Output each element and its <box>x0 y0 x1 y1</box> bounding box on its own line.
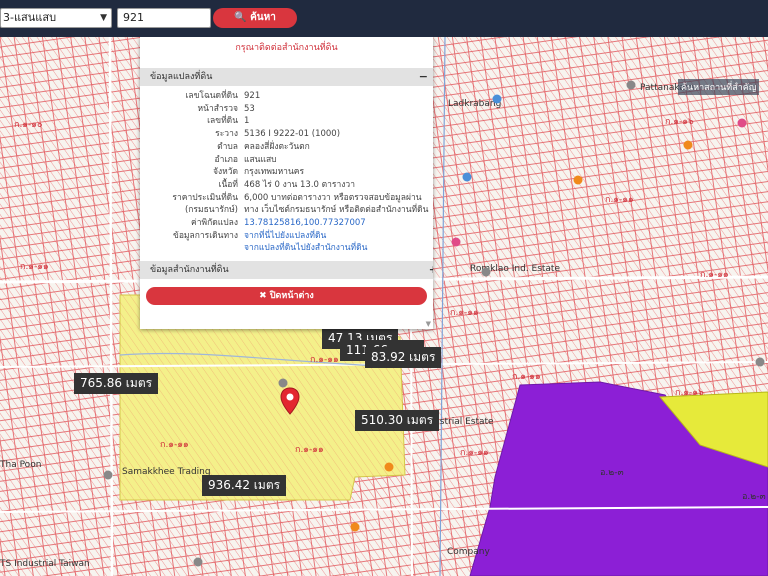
search-button[interactable]: 🔍 ค้นหา <box>213 8 297 28</box>
parcel-details: เลขโฉนดที่ดิน 921 หน้าสำรวจ 53 เลขที่ดิน 1 … <box>140 86 433 257</box>
search-icon: 🔍 <box>234 12 247 23</box>
detail-row: อำเภอ แสนแสบ <box>140 154 433 167</box>
road-label: ก.๑-๑๑ <box>605 195 634 205</box>
road-label: ก.๑-๑๑ <box>160 440 189 450</box>
detail-key: ตำบล <box>217 141 238 152</box>
search-button-label: ค้นหา <box>250 12 276 23</box>
road-label: ก.๑-๑๑ <box>700 270 729 280</box>
district-select[interactable]: 3-แสนแสบ ▼ <box>0 8 112 28</box>
road-label: ก.๑-๑๑ <box>20 262 49 272</box>
place-label: Company <box>447 547 490 557</box>
detail-key: เลขโฉนดที่ดิน <box>185 91 238 101</box>
detail-value: คลองสี่ฝั่งตะวันตก <box>244 141 310 152</box>
location-pin-icon[interactable] <box>280 387 300 415</box>
zone-label: อ.๒-๓ <box>742 492 766 502</box>
detail-key <box>140 242 244 255</box>
road-label: ก.๑-๑๑ <box>460 448 489 458</box>
distance-label: 83.92 เมตร <box>365 347 442 368</box>
road-label: ก.๑-๑๑ <box>295 445 324 455</box>
parcel-info-popup: กรุณาติดต่อสำนักงานที่ดิน ข้อมูลแปลงที่ด… <box>140 37 433 329</box>
contact-office-warning: กรุณาติดต่อสำนักงานที่ดิน <box>235 43 338 53</box>
landmark-search-label[interactable]: ค้นหาสถานที่สำคัญ <box>678 79 760 95</box>
distance-label: 936.42 เมตร <box>202 475 287 496</box>
detail-value: 921 <box>244 91 261 101</box>
zone-label: อ.๒-๓ <box>600 468 624 478</box>
detail-value: 468 ไร่ 0 งาน 13.0 ตารางวา <box>244 179 355 190</box>
detail-row: จังหวัด กรุงเทพมหานคร <box>140 166 433 179</box>
road-label: ก.๑-๑๑ <box>450 308 479 318</box>
coordinates-link[interactable]: 13.78125816,100.77327007 <box>244 217 433 230</box>
collapse-icon[interactable]: − <box>419 68 428 86</box>
place-label: Samakkhee Trading <box>122 467 211 477</box>
place-label: Ladkrabang <box>448 99 502 109</box>
detail-row: เลขโฉนดที่ดิน 921 <box>140 90 433 103</box>
section-title: ข้อมูลแปลงที่ดิน <box>150 72 213 82</box>
detail-value: 53 <box>244 103 255 114</box>
detail-key: ราคาประเมินที่ดิน <box>172 192 238 203</box>
detail-key: เนื้อที่ <box>218 179 238 190</box>
top-toolbar: 3-แสนแสบ ▼ 921 🔍 ค้นหา <box>0 0 768 37</box>
directions-to-parcel-link[interactable]: จากที่นี่ไปยังแปลงที่ดิน <box>244 230 433 243</box>
land-office-section-header[interactable]: ข้อมูลสำนักงานที่ดิน + <box>140 261 433 279</box>
place-label: Tha Poon <box>0 460 42 470</box>
close-popup-button[interactable]: ✖ ปิดหน้าต่าง <box>146 287 427 305</box>
detail-value: 6,000 บาทต่อตารางวา หรือตรวจสอบข้อมูลผ่า… <box>244 192 422 203</box>
parcel-number-input[interactable]: 921 <box>117 8 211 28</box>
expand-icon[interactable]: + <box>429 261 433 279</box>
parcel-info-section-header[interactable]: ข้อมูลแปลงที่ดิน − <box>140 68 433 86</box>
detail-key: ข้อมูลการเดินทาง <box>173 230 238 241</box>
place-label: Romklao Ind. Estate <box>470 264 560 274</box>
detail-key: (กรมธนารักษ์) <box>184 205 238 216</box>
detail-key: หน้าสำรวจ <box>197 103 238 114</box>
road-label: ก.๑-๑๑ <box>512 372 541 382</box>
detail-row: ระวาง 5136 I 9222-01 (1000) <box>140 128 433 141</box>
treasury-website-link[interactable]: ทาง เว็บไซต์กรมธนารักษ์ หรือติดต่อสำนักง… <box>244 204 433 217</box>
detail-row: ข้อมูลการเดินทาง จากที่นี่ไปยังแปลงที่ดิน <box>140 230 433 243</box>
road-label: ก.๑-๑๐ <box>14 120 43 130</box>
detail-key: ค่าพิกัดแปลง <box>191 218 238 229</box>
district-select-value: 3-แสนแสบ <box>3 11 57 24</box>
section-title: ข้อมูลสำนักงานที่ดิน <box>150 265 229 275</box>
detail-key: เลขที่ดิน <box>207 116 238 127</box>
detail-row: ตำบล คลองสี่ฝั่งตะวันตก <box>140 141 433 154</box>
detail-row: จากแปลงที่ดินไปยังสำนักงานที่ดิน <box>140 242 433 255</box>
road-label: ก.๑-๑๖ <box>665 117 694 127</box>
chevron-down-icon: ▼ <box>100 13 107 23</box>
detail-key: ระวาง <box>215 129 238 140</box>
detail-row: ค่าพิกัดแปลง 13.78125816,100.77327007 <box>140 217 433 230</box>
road-label: ก.๑-๑๑ <box>310 355 339 365</box>
directions-to-office-link[interactable]: จากแปลงที่ดินไปยังสำนักงานที่ดิน <box>244 242 433 255</box>
detail-key: จังหวัด <box>212 167 238 178</box>
detail-value: 1 <box>244 116 250 127</box>
detail-value: แสนแสบ <box>244 154 277 165</box>
scroll-down-icon[interactable]: ▼ <box>426 320 431 328</box>
detail-value: 5136 I 9222-01 (1000) <box>244 129 341 140</box>
detail-row: เนื้อที่ 468 ไร่ 0 งาน 13.0 ตารางวา <box>140 179 433 192</box>
detail-row: เลขที่ดิน 1 <box>140 115 433 128</box>
detail-row: หน้าสำรวจ 53 <box>140 103 433 116</box>
detail-row: (กรมธนารักษ์) ทาง เว็บไซต์กรมธนารักษ์ หรื… <box>140 204 433 217</box>
distance-label: 765.86 เมตร <box>74 373 159 394</box>
distance-label: 510.30 เมตร <box>355 410 440 431</box>
place-label: TS Industrial Taiwan <box>0 559 90 569</box>
detail-value: กรุงเทพมหานคร <box>244 167 305 178</box>
detail-row: ราคาประเมินที่ดิน 6,000 บาทต่อตารางวา หรื… <box>140 192 433 205</box>
road-label: ก.๑-๑๖ <box>675 388 704 398</box>
detail-key: อำเภอ <box>214 154 239 165</box>
